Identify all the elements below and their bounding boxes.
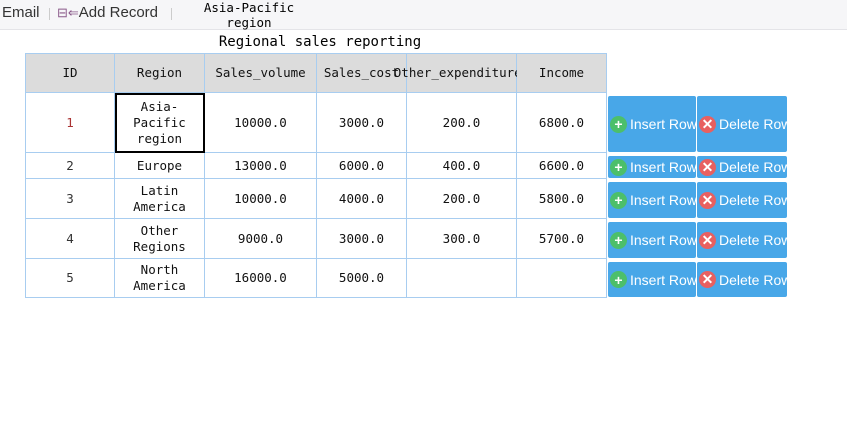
delete-row-label: Delete Row	[719, 159, 787, 175]
email-button[interactable]: Email	[2, 4, 40, 21]
close-circle-icon: ✕	[699, 231, 716, 249]
table-cell-id[interactable]: 5	[25, 259, 115, 298]
column-header-region[interactable]: Region	[115, 53, 205, 93]
plus-circle-icon: +	[610, 158, 627, 176]
table-cell-region[interactable]: Asia-Pacific region	[115, 93, 205, 153]
table-cell-sales_volume[interactable]: 10000.0	[205, 179, 317, 219]
plus-circle-icon: +	[610, 191, 627, 209]
table-cell-other_expenditures[interactable]: 200.0	[407, 179, 517, 219]
insert-row-button[interactable]: + Insert Row	[608, 96, 696, 152]
delete-row-button[interactable]: ✕ Delete Row	[697, 156, 787, 178]
table-cell-other_expenditures[interactable]	[407, 259, 517, 298]
add-record-button[interactable]: ⊟⇐Add Record	[57, 4, 158, 21]
column-header-id[interactable]: ID	[25, 53, 115, 93]
add-record-icon: ⊟⇐	[57, 5, 79, 20]
table-cell-sales_cost[interactable]: 6000.0	[317, 153, 407, 179]
table-cell-sales_cost[interactable]: 4000.0	[317, 179, 407, 219]
insert-row-button[interactable]: + Insert Row	[608, 156, 696, 178]
table-cell-region[interactable]: Europe	[115, 153, 205, 179]
table-cell-sales_cost[interactable]: 3000.0	[317, 219, 407, 259]
delete-row-button[interactable]: ✕ Delete Row	[697, 222, 787, 258]
table-cell-id[interactable]: 4	[25, 219, 115, 259]
close-circle-icon: ✕	[699, 158, 716, 176]
delete-row-label: Delete Row	[719, 116, 787, 132]
table-cell-region[interactable]: North America	[115, 259, 205, 298]
table-cell-id[interactable]: 2	[25, 153, 115, 179]
divider	[49, 8, 50, 20]
table-cell-income[interactable]: 5800.0	[517, 179, 607, 219]
table-cell-other_expenditures[interactable]: 300.0	[407, 219, 517, 259]
table-cell-income[interactable]	[517, 259, 607, 298]
table-cell-sales_volume[interactable]: 13000.0	[205, 153, 317, 179]
table-cell-income[interactable]: 6800.0	[517, 93, 607, 153]
insert-row-button[interactable]: + Insert Row	[608, 222, 696, 258]
delete-row-button[interactable]: ✕ Delete Row	[697, 182, 787, 218]
insert-row-label: Insert Row	[630, 271, 696, 288]
cell-preview: Asia-Pacific region	[203, 0, 295, 30]
close-circle-icon: ✕	[699, 191, 716, 209]
table-cell-sales_volume[interactable]: 16000.0	[205, 259, 317, 298]
table-cell-sales_volume[interactable]: 9000.0	[205, 219, 317, 259]
table-cell-other_expenditures[interactable]: 400.0	[407, 153, 517, 179]
delete-row-button[interactable]: ✕ Delete Row	[697, 262, 787, 297]
toolbar: Email ⊟⇐Add Record Asia-Pacific region	[0, 0, 847, 30]
table-cell-region[interactable]: Latin America	[115, 179, 205, 219]
insert-row-button[interactable]: + Insert Row	[608, 182, 696, 218]
insert-row-label: Insert Row	[630, 159, 696, 175]
plus-circle-icon: +	[610, 231, 627, 249]
close-circle-icon: ✕	[699, 271, 716, 288]
table-cell-other_expenditures[interactable]: 200.0	[407, 93, 517, 153]
table-cell-income[interactable]: 5700.0	[517, 219, 607, 259]
table-cell-id[interactable]: 1	[25, 93, 115, 153]
table-cell-sales_cost[interactable]: 5000.0	[317, 259, 407, 298]
insert-row-label: Insert Row	[630, 232, 696, 248]
table-cell-sales_volume[interactable]: 10000.0	[205, 93, 317, 153]
delete-row-label: Delete Row	[719, 192, 787, 208]
column-header-income[interactable]: Income	[517, 53, 607, 93]
insert-row-label: Insert Row	[630, 192, 696, 208]
close-circle-icon: ✕	[699, 115, 716, 133]
divider	[171, 8, 172, 20]
column-header-other_expenditures[interactable]: Other_expenditures	[394, 53, 529, 93]
plus-circle-icon: +	[610, 271, 627, 288]
table-cell-income[interactable]: 6600.0	[517, 153, 607, 179]
table-cell-id[interactable]: 3	[25, 179, 115, 219]
delete-row-label: Delete Row	[719, 271, 787, 288]
page-title: Regional sales reporting	[218, 34, 422, 50]
delete-row-label: Delete Row	[719, 232, 787, 248]
table-cell-region[interactable]: Other Regions	[115, 219, 205, 259]
insert-row-label: Insert Row	[630, 116, 696, 132]
table-cell-sales_cost[interactable]: 3000.0	[317, 93, 407, 153]
insert-row-button[interactable]: + Insert Row	[608, 262, 696, 297]
column-header-sales_volume[interactable]: Sales_volume	[205, 53, 317, 93]
delete-row-button[interactable]: ✕ Delete Row	[697, 96, 787, 152]
plus-circle-icon: +	[610, 115, 627, 133]
